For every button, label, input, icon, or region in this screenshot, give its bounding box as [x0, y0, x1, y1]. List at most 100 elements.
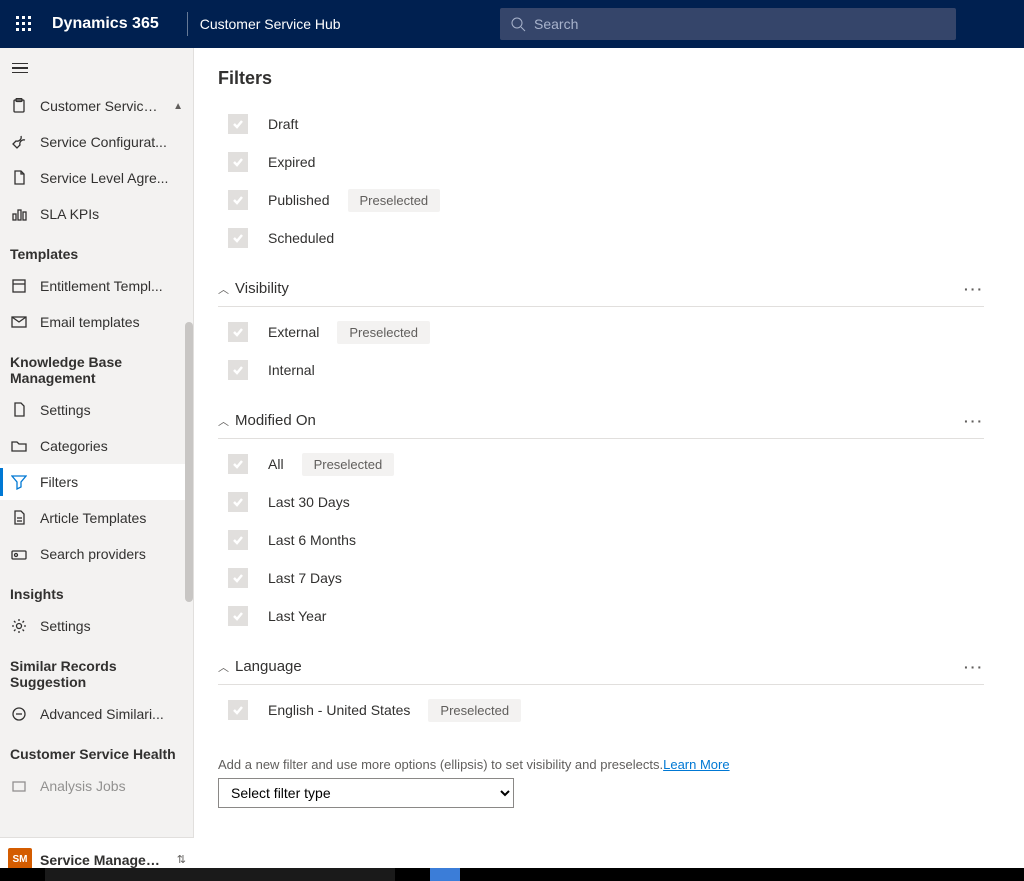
checkbox[interactable] — [228, 228, 248, 248]
filter-label: Last 30 Days — [268, 494, 350, 510]
more-icon[interactable]: ··· — [964, 281, 984, 297]
filter-label: Last Year — [268, 608, 326, 624]
sidebar-item-label: Service Level Agre... — [40, 170, 183, 186]
filter-row: AllPreselected — [218, 445, 984, 483]
filter-row: PublishedPreselected — [218, 181, 984, 219]
sidebar-item-settings[interactable]: Settings — [0, 392, 193, 428]
folder-icon — [10, 437, 28, 455]
sidebar-item-email-templates[interactable]: Email templates — [0, 304, 193, 340]
brand-title[interactable]: Dynamics 365 — [52, 15, 159, 33]
sidebar-item-sla-kpis[interactable]: SLA KPIs — [0, 196, 193, 232]
checkbox[interactable] — [228, 530, 248, 550]
sidebar-item-label: Service Configurat... — [40, 134, 183, 150]
filter-row: Scheduled — [218, 219, 984, 257]
checkbox[interactable] — [228, 568, 248, 588]
checkbox[interactable] — [228, 492, 248, 512]
helper-text: Add a new filter and use more options (e… — [218, 757, 984, 772]
sidebar-item-analysis-jobs[interactable]: Analysis Jobs — [0, 768, 193, 804]
search-input[interactable] — [534, 16, 946, 32]
checkbox[interactable] — [228, 700, 248, 720]
sidebar-item-sla[interactable]: Service Level Agre... — [0, 160, 193, 196]
sidebar-section-templates: Templates — [0, 232, 193, 268]
checkbox[interactable] — [228, 114, 248, 134]
sidebar-item-search-providers[interactable]: Search providers — [0, 536, 193, 572]
more-icon[interactable]: ··· — [964, 413, 984, 429]
sidebar-item-insights-settings[interactable]: Settings — [0, 608, 193, 644]
scrollbar-thumb[interactable] — [185, 322, 193, 602]
checkbox[interactable] — [228, 454, 248, 474]
group-header[interactable]: ︿Language··· — [218, 653, 984, 685]
checkbox[interactable] — [228, 360, 248, 380]
filter-label: Draft — [268, 116, 298, 132]
filter-row: Internal — [218, 351, 984, 389]
divider — [187, 12, 188, 36]
filter-label: English - United States — [268, 702, 410, 718]
hamburger-icon[interactable] — [12, 63, 28, 74]
app-launcher-icon[interactable] — [8, 8, 40, 40]
search-icon — [510, 16, 526, 32]
job-icon — [10, 777, 28, 795]
template-icon — [10, 277, 28, 295]
checkbox[interactable] — [228, 152, 248, 172]
sidebar-section-health: Customer Service Health — [0, 732, 193, 768]
mail-icon — [10, 313, 28, 331]
sidebar-item-label: SLA KPIs — [40, 206, 183, 222]
sidebar-item-label: Settings — [40, 618, 183, 634]
sidebar-item-label: Search providers — [40, 546, 183, 562]
sidebar-item-label: Article Templates — [40, 510, 183, 526]
filter-row: Last 7 Days — [218, 559, 984, 597]
search-box[interactable] — [500, 8, 956, 40]
sidebar: Customer Service ... ▲ Service Configura… — [0, 48, 194, 837]
preselected-badge: Preselected — [428, 699, 521, 722]
filter-type-select[interactable]: Select filter type — [218, 778, 514, 808]
filter-label: External — [268, 324, 319, 340]
filter-row: Last Year — [218, 597, 984, 635]
area-label: Service Managem... — [40, 852, 169, 868]
sidebar-item-categories[interactable]: Categories — [0, 428, 193, 464]
page-icon — [10, 401, 28, 419]
chevron-up-icon: ︿ — [218, 281, 229, 297]
group-header[interactable]: ︿Visibility··· — [218, 275, 984, 307]
sidebar-item-label: Analysis Jobs — [40, 778, 183, 794]
group-header[interactable]: ︿Modified On··· — [218, 407, 984, 439]
sidebar-item-article-templates[interactable]: Article Templates — [0, 500, 193, 536]
checkbox[interactable] — [228, 322, 248, 342]
chevron-updown-icon: ⇅ — [177, 853, 186, 866]
gear-icon — [10, 617, 28, 635]
checkbox[interactable] — [228, 190, 248, 210]
filter-label: Published — [268, 192, 330, 208]
sidebar-item-service-config[interactable]: Service Configurat... — [0, 124, 193, 160]
chart-icon — [10, 205, 28, 223]
filter-row: Expired — [218, 143, 984, 181]
sidebar-item-advanced-similarity[interactable]: Advanced Similari... — [0, 696, 193, 732]
link-icon — [10, 705, 28, 723]
learn-more-link[interactable]: Learn More — [663, 757, 729, 772]
filter-row: Last 6 Months — [218, 521, 984, 559]
sidebar-item-entitlement-templates[interactable]: Entitlement Templ... — [0, 268, 193, 304]
filter-label: Scheduled — [268, 230, 334, 246]
page-title: Filters — [218, 68, 984, 89]
checkbox[interactable] — [228, 606, 248, 626]
group-title: Language — [235, 658, 302, 675]
filter-label: Internal — [268, 362, 315, 378]
sidebar-section-similar: Similar Records Suggestion — [0, 644, 193, 696]
wrench-icon — [10, 133, 28, 151]
sidebar-item-label: Advanced Similari... — [40, 706, 183, 722]
filter-label: Last 6 Months — [268, 532, 356, 548]
filter-label: All — [268, 456, 284, 472]
main-content: Filters DraftExpiredPublishedPreselected… — [194, 48, 1024, 837]
hub-title[interactable]: Customer Service Hub — [200, 16, 341, 32]
sidebar-item-label: Customer Service ... — [40, 98, 161, 114]
group-title: Modified On — [235, 412, 316, 429]
sidebar-item-label: Settings — [40, 402, 183, 418]
filter-row: Last 30 Days — [218, 483, 984, 521]
search-provider-icon — [10, 545, 28, 563]
document-icon — [10, 169, 28, 187]
filter-row: External Preselected — [218, 313, 984, 351]
filter-row: English - United States Preselected — [218, 691, 984, 729]
filter-icon — [10, 473, 28, 491]
preselected-badge: Preselected — [337, 321, 430, 344]
sidebar-item-customer-service[interactable]: Customer Service ... ▲ — [0, 88, 193, 124]
more-icon[interactable]: ··· — [964, 659, 984, 675]
sidebar-item-filters[interactable]: Filters — [0, 464, 193, 500]
